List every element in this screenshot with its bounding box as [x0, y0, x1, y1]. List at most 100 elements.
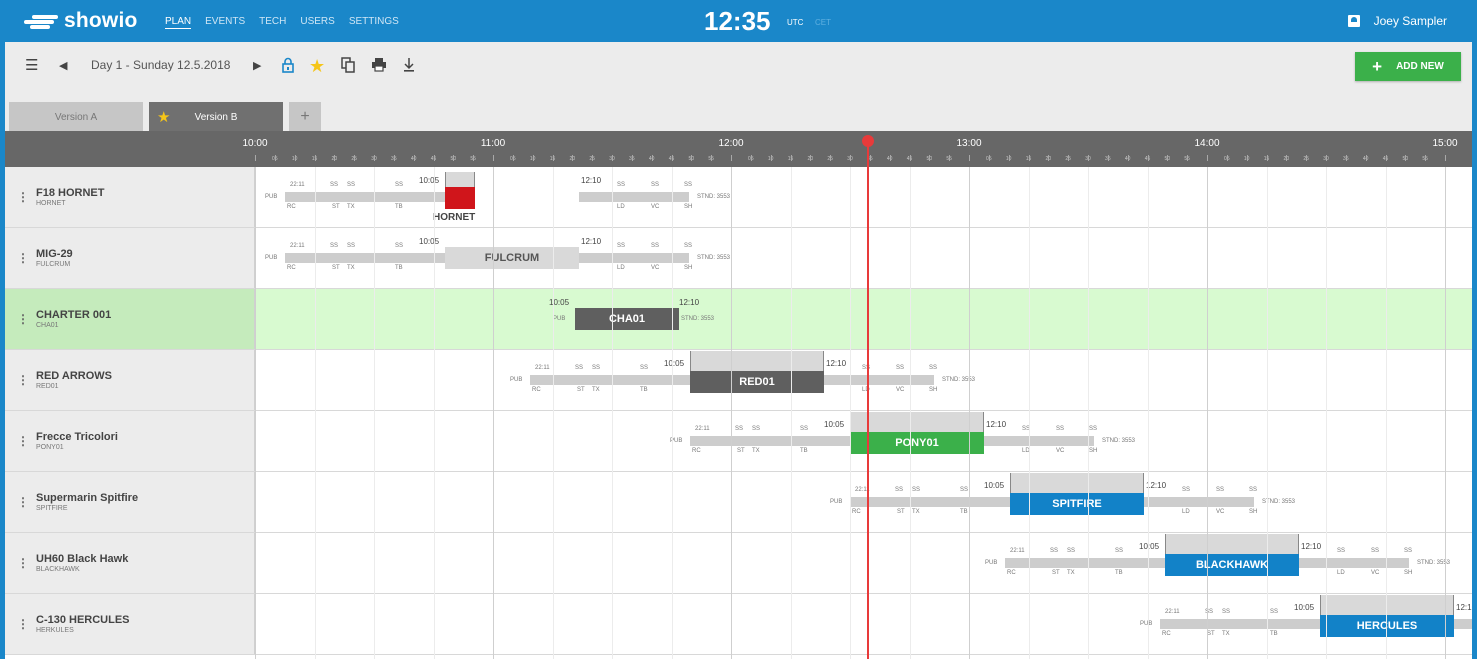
showio-logo[interactable]: showio [24, 8, 138, 34]
drag-handle-icon[interactable]: ⋮ [17, 557, 29, 569]
aircraft-name: Supermarin Spitfire [36, 492, 139, 504]
tick-mark [1306, 155, 1308, 161]
segment-label: RC [287, 265, 296, 271]
tick-mark [1127, 155, 1129, 161]
aircraft-callsign: Hornet [36, 200, 66, 207]
segment-label: SS [1216, 487, 1225, 493]
end-time: 12:10 [1456, 603, 1472, 612]
segment-label: SS [960, 487, 969, 493]
segment-label: SS [1249, 487, 1258, 493]
schedule-row[interactable]: ⋮ Frecce Tricolori PONY01 PUB 22:11 SS SS SS RC S… [5, 411, 1472, 472]
segment-label: SS [1222, 609, 1231, 615]
flight-block[interactable]: RED01 [690, 371, 824, 393]
schedule-row[interactable]: ⋮ MIG-29 FULCRUM PUB 22:11 SS SS SS RC ST TX TB SS SS… [5, 228, 1472, 289]
tick-mark [810, 155, 812, 161]
download-icon[interactable] [403, 57, 415, 78]
prev-day-icon[interactable]: ◀ [59, 57, 67, 75]
user-menu[interactable]: Joey Sampler [1347, 14, 1447, 28]
drag-handle-icon[interactable]: ⋮ [17, 374, 29, 386]
tick-mark [393, 155, 395, 161]
post-segment-bar [984, 436, 1094, 446]
flight-block[interactable]: BLACKHAWK [1165, 554, 1299, 576]
row-lane: PUB 22:11 SS SS SS RC ST TX TB SS SS SS LD VC SH STND: … [255, 411, 1472, 471]
flight-block-label: HORNET [433, 212, 476, 223]
tick-mark [691, 155, 693, 161]
aircraft-name: F18 HORNET [36, 187, 105, 199]
star-icon[interactable]: ★ [309, 57, 325, 75]
nav-users[interactable]: USERS [300, 16, 334, 29]
drag-handle-icon[interactable]: ⋮ [17, 313, 29, 325]
segment-label: SS [684, 243, 693, 249]
nav-settings[interactable]: SETTINGS [349, 16, 399, 29]
segment-label: VC [1056, 448, 1065, 454]
segment-label: SS [896, 365, 905, 371]
segment-label: SS [684, 182, 693, 188]
schedule-row[interactable]: ⋮ F18 HORNET Hornet PUB 22:11 SS SS SS RC ST TX TB S… [5, 167, 1472, 228]
lock-icon[interactable] [281, 57, 295, 78]
timezone-utc[interactable]: UTC [787, 18, 803, 27]
add-tab-button[interactable]: + [289, 102, 321, 132]
nav-tech[interactable]: TECH [259, 16, 286, 29]
tick-mark [274, 155, 276, 161]
tick-mark [374, 155, 375, 161]
drag-handle-icon[interactable]: ⋮ [17, 618, 29, 630]
tick-mark [1385, 155, 1387, 161]
post-segment-bar [579, 192, 689, 202]
tick-mark [770, 155, 772, 161]
flight-block[interactable]: SPITFIRE [1010, 493, 1144, 515]
tick-mark [651, 155, 653, 161]
drag-handle-icon[interactable]: ⋮ [17, 191, 29, 203]
segment-label: SS [651, 243, 660, 249]
tick-mark [592, 155, 594, 161]
drag-handle-icon[interactable]: ⋮ [17, 435, 29, 447]
flight-block[interactable] [445, 187, 475, 209]
nav-events[interactable]: EVENTS [205, 16, 245, 29]
tab-version-b[interactable]: ★ Version B [149, 102, 283, 132]
tick-mark [433, 155, 435, 161]
tick-mark [1167, 155, 1169, 161]
hour-label: 11:00 [480, 138, 506, 149]
segment-label: SS [1371, 548, 1380, 554]
schedule-row[interactable]: ⋮ RED ARROWS RED01 PUB 22:11 SS SS SS RC ST TX TB SS… [5, 350, 1472, 411]
start-time: 10:05 [984, 481, 1005, 490]
drag-handle-icon[interactable]: ⋮ [17, 496, 29, 508]
pre-segment-bar [1005, 558, 1165, 568]
menu-icon[interactable]: ☰ [25, 57, 38, 75]
flight-block[interactable]: CHA01 [575, 308, 679, 330]
nav-plan[interactable]: PLAN [165, 16, 192, 29]
schedule-row[interactable]: ⋮ CHARTER 001 CHA01 PUB STND: 3553 10:05 12:10… [5, 289, 1472, 350]
timezone-cet[interactable]: CET [815, 18, 831, 27]
segment-label: SS [735, 426, 744, 432]
next-day-icon[interactable]: ▶ [253, 57, 261, 75]
pub-label: PUB [830, 499, 843, 505]
flight-block[interactable]: PONY01 [850, 432, 984, 454]
segment-label: SH [1089, 448, 1098, 454]
row-label: ⋮ RED ARROWS RED01 [5, 350, 255, 410]
schedule-row[interactable]: ⋮ UH60 Black Hawk BLACKHAWK PUB 22:11 SS SS SS R… [5, 533, 1472, 594]
tick-mark [889, 155, 891, 161]
row-label: ⋮ CHARTER 001 CHA01 [5, 289, 255, 349]
tick-mark [1147, 155, 1149, 161]
segment-label: TX [347, 265, 355, 271]
flight-block[interactable]: HERCULES [1320, 615, 1454, 637]
tick-mark [830, 155, 832, 161]
tick-mark [532, 155, 534, 161]
copy-icon[interactable] [341, 57, 355, 78]
add-new-button[interactable]: + ADD NEW [1355, 52, 1461, 81]
segment-label: SS [929, 365, 938, 371]
clock-time: 12:35 [704, 6, 771, 36]
segment-label: SS [912, 487, 921, 493]
schedule-row[interactable]: ⋮ Supermarin Spitfire Spitfire PUB 22:11 SS SS… [5, 472, 1472, 533]
drag-handle-icon[interactable]: ⋮ [17, 252, 29, 264]
tab-version-a[interactable]: Version A [9, 102, 143, 132]
segment-label: ST [737, 448, 745, 454]
tick-mark [929, 155, 931, 161]
segment-label: RC [692, 448, 701, 454]
tick-mark [413, 155, 415, 161]
schedule-row[interactable]: ⋮ C-130 HERCULES HERKULES PUB 22:11 SS SS SS RC S… [5, 594, 1472, 655]
flight-block[interactable]: FULCRUM [445, 247, 579, 269]
segment-label: 22:11 [695, 426, 710, 432]
tick-mark [1028, 155, 1030, 161]
print-icon[interactable] [371, 57, 387, 77]
tick-mark [493, 155, 494, 161]
